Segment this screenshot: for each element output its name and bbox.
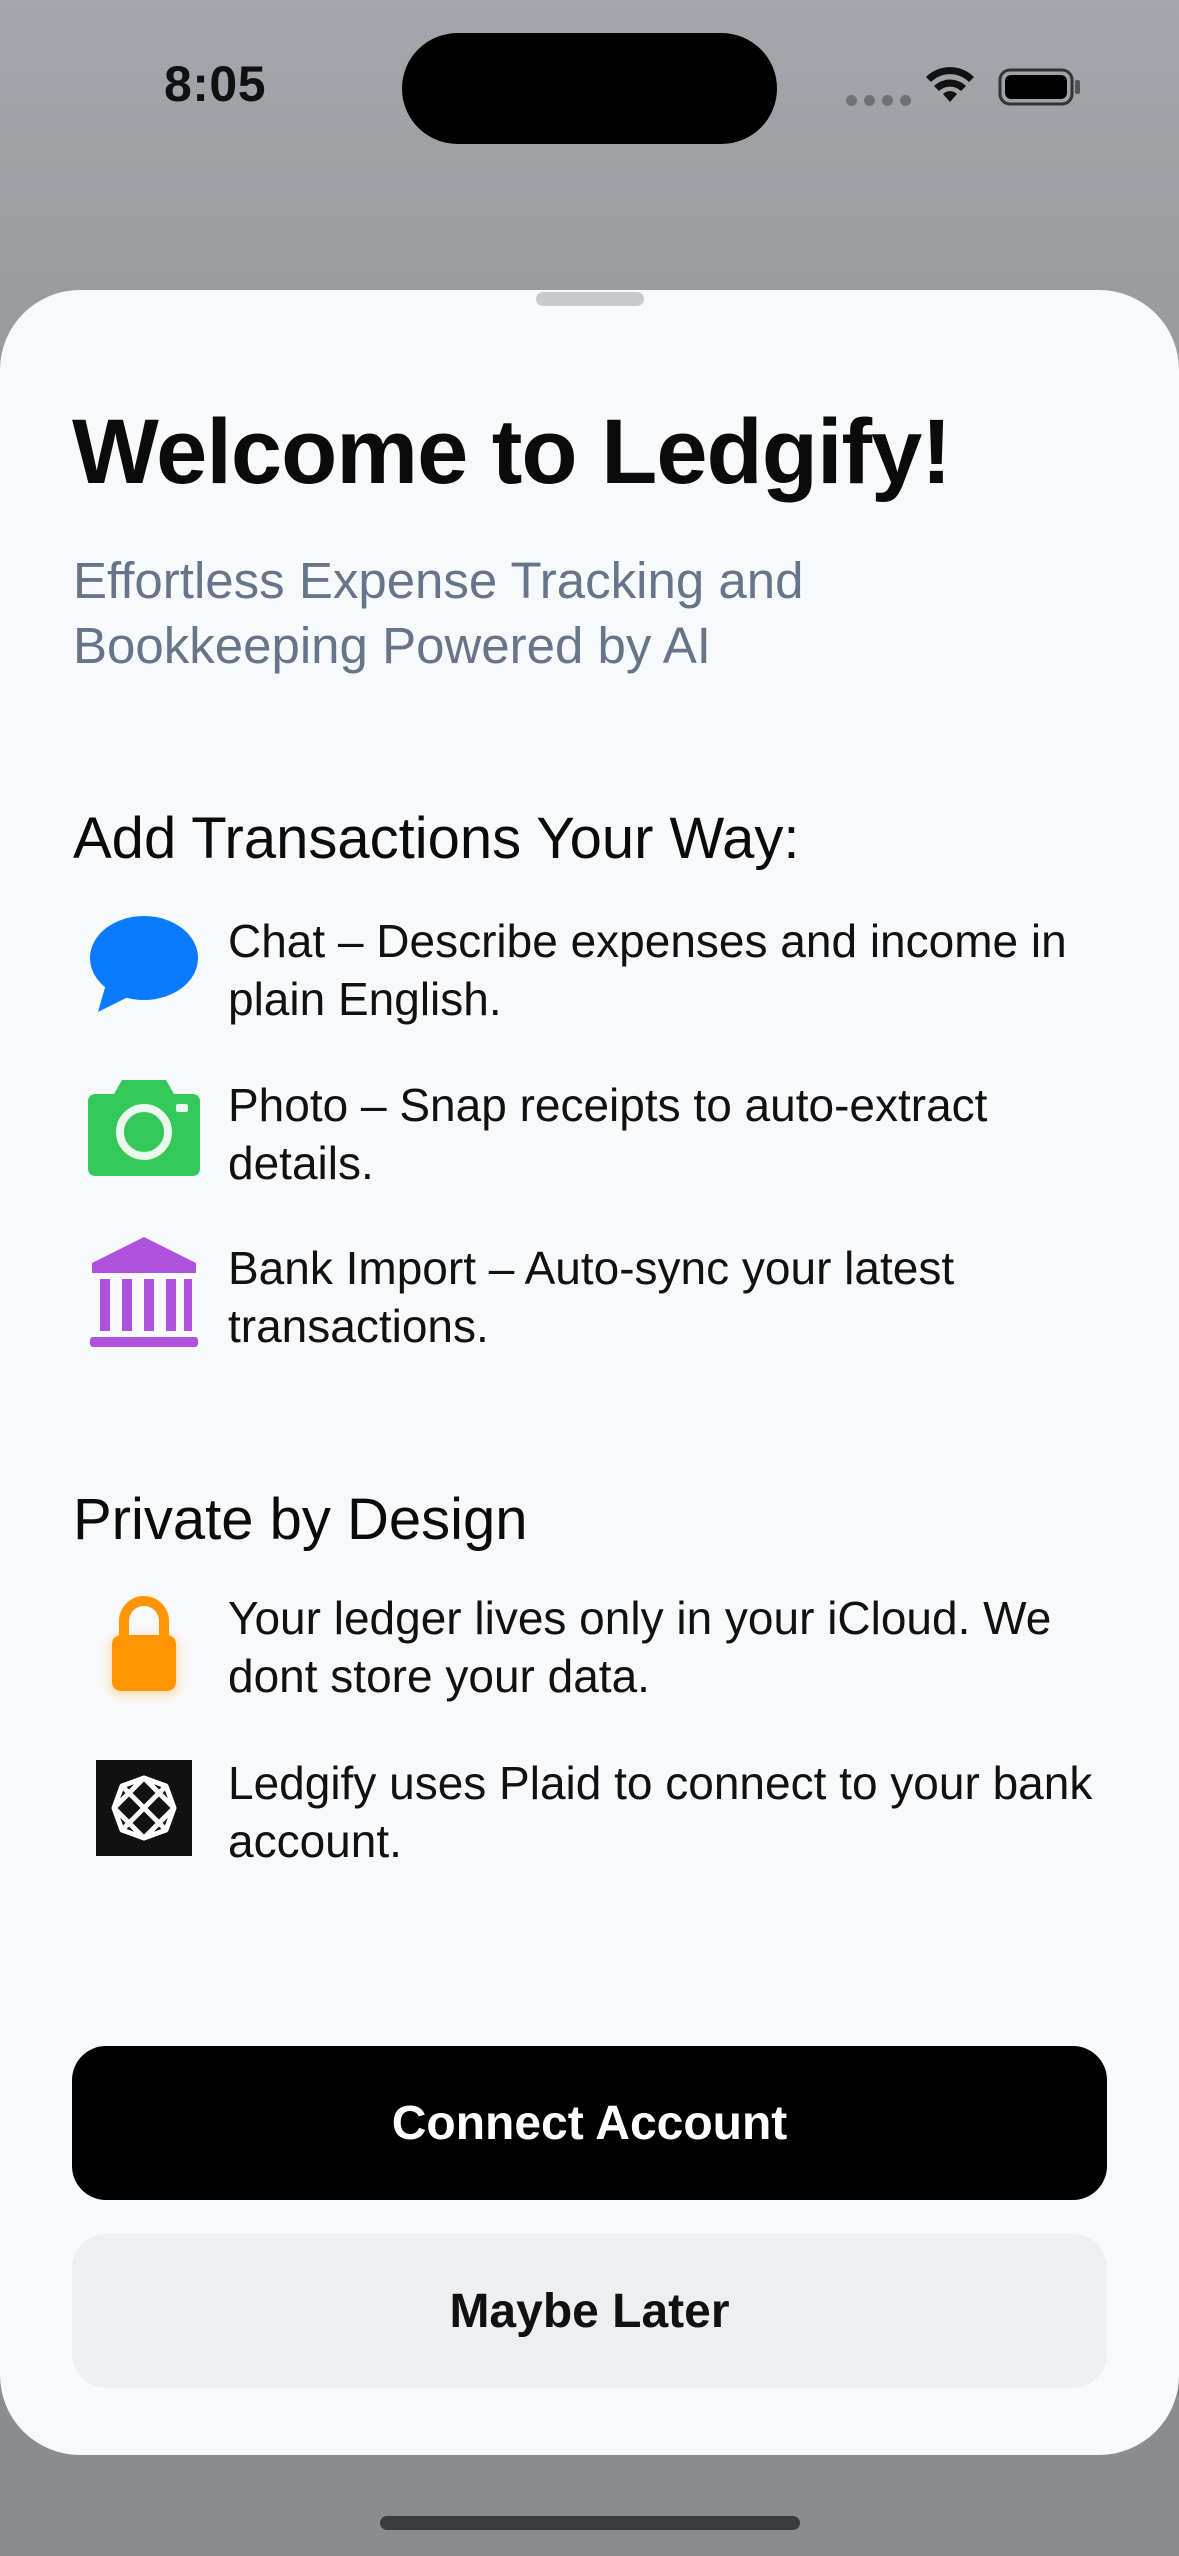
bank-building-icon <box>90 1237 198 1347</box>
sheet-grabber[interactable] <box>536 292 644 306</box>
dynamic-island <box>402 33 777 144</box>
privacy-icloud-text: Your ledger lives only in your iCloud. W… <box>228 1592 1052 1702</box>
connect-account-button[interactable]: Connect Account <box>72 2046 1107 2200</box>
cellular-signal-icon <box>846 95 911 106</box>
wifi-icon <box>926 67 974 102</box>
chat-bubble-icon <box>90 916 198 1012</box>
feature-photo-text: Photo – Snap receipts to auto-extract de… <box>228 1079 988 1189</box>
camera-icon <box>88 1080 200 1176</box>
status-bar-time: 8:05 <box>163 56 267 112</box>
feature-chat-text: Chat – Describe expenses and income in p… <box>228 915 1067 1025</box>
home-indicator[interactable] <box>380 2516 800 2530</box>
page-title: Welcome to Ledgify! <box>72 401 952 503</box>
privacy-plaid-text: Ledgify uses Plaid to connect to your ba… <box>228 1757 1093 1867</box>
battery-icon <box>998 68 1080 106</box>
page-subtitle: Effortless Expense Tracking and Bookkeep… <box>73 552 804 674</box>
section-heading-transactions: Add Transactions Your Way: <box>73 806 800 871</box>
plaid-logo-icon <box>96 1760 192 1856</box>
maybe-later-button[interactable]: Maybe Later <box>72 2234 1107 2388</box>
lock-icon <box>110 1596 178 1695</box>
feature-bank-import-text: Bank Import – Auto-sync your latest tran… <box>228 1242 955 1352</box>
section-heading-privacy: Private by Design <box>73 1487 528 1552</box>
